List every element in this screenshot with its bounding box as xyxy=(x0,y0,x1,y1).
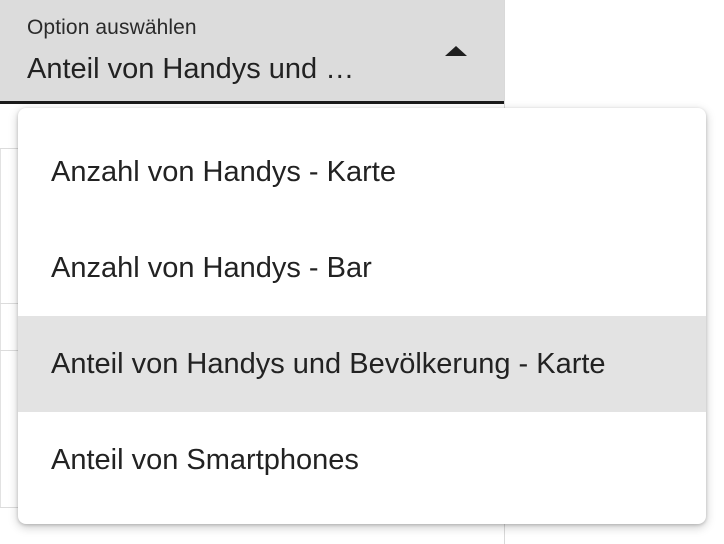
select-value: Anteil von Handys und … xyxy=(27,53,355,85)
menu-item-anteil-smartphones[interactable]: Anteil von Smartphones xyxy=(18,412,706,508)
menu-item-label: Anteil von Handys und Bevölkerung - Kart… xyxy=(51,347,606,380)
dropdown-menu: Anzahl von Handys - Karte Anzahl von Han… xyxy=(18,108,706,524)
menu-item-label: Anzahl von Handys - Karte xyxy=(51,155,396,188)
menu-item-anteil-bevoelkerung-karte[interactable]: Anteil von Handys und Bevölkerung - Kart… xyxy=(18,316,706,412)
select-label: Option auswählen xyxy=(27,16,197,39)
option-select[interactable]: Option auswählen Anteil von Handys und … xyxy=(0,0,504,104)
menu-item-anzahl-bar[interactable]: Anzahl von Handys - Bar xyxy=(18,220,706,316)
page: Option auswählen Anteil von Handys und …… xyxy=(0,0,724,544)
background-panel-edge xyxy=(0,148,1,508)
menu-item-anzahl-karte[interactable]: Anzahl von Handys - Karte xyxy=(18,124,706,220)
menu-item-label: Anteil von Smartphones xyxy=(51,443,359,476)
menu-item-label: Anzahl von Handys - Bar xyxy=(51,251,372,284)
caret-up-icon[interactable] xyxy=(445,46,467,56)
